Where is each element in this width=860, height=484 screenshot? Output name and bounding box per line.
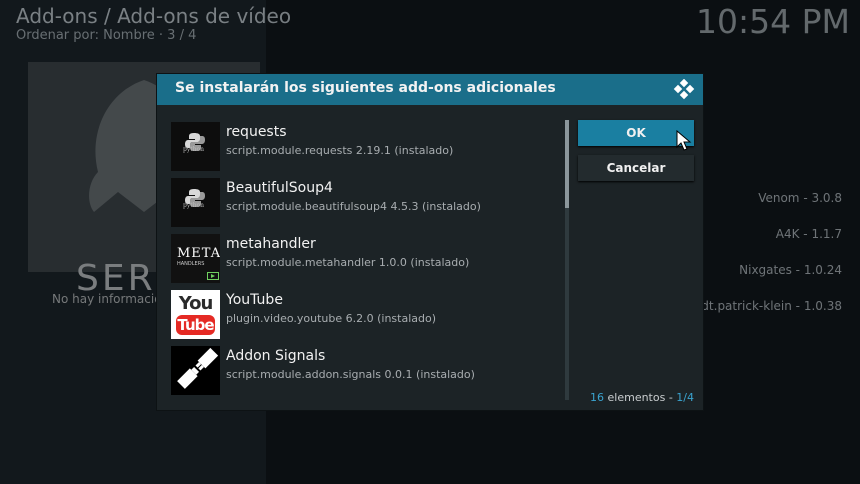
addon-id-version: script.module.beautifulsoup4 4.5.3 (inst… (226, 200, 481, 213)
python-icon: python (171, 178, 220, 227)
addon-id-version: script.module.addon.signals 0.0.1 (insta… (226, 368, 475, 381)
list-item[interactable]: META HANDLERS metahandler script.module.… (171, 232, 563, 288)
list-item[interactable]: You Tube YouTube plugin.video.youtube 6.… (171, 288, 563, 344)
list-item[interactable]: python requests script.module.requests 2… (171, 120, 563, 176)
addon-id-version: script.module.metahandler 1.0.0 (instala… (226, 256, 470, 269)
addon-id-version: plugin.video.youtube 6.2.0 (instalado) (226, 312, 436, 325)
youtube-icon: You Tube (171, 290, 220, 339)
youtube-wordmark-bottom: Tube (176, 315, 215, 335)
count-number: 16 (590, 391, 605, 404)
list-scrollbar[interactable] (565, 120, 569, 400)
addon-name: YouTube (226, 292, 283, 308)
list-item[interactable]: python BeautifulSoup4 script.module.beau… (171, 176, 563, 232)
kodi-logo-icon (673, 79, 695, 100)
python-wordmark: python (183, 146, 204, 153)
dialog-title: Se instalarán los siguientes add-ons adi… (175, 80, 556, 96)
page-title: Add-ons / Add-ons de vídeo (16, 4, 292, 28)
addon-name: metahandler (226, 236, 316, 252)
meta-wordmark: META (177, 246, 220, 261)
python-icon: python (171, 122, 220, 171)
background-header: Add-ons / Add-ons de vídeo Ordenar por: … (16, 4, 291, 43)
dependency-list[interactable]: python requests script.module.requests 2… (171, 120, 563, 402)
dialog-header: Se instalarán los siguientes add-ons adi… (157, 74, 703, 105)
list-item[interactable]: Addon Signals script.module.addon.signal… (171, 344, 563, 400)
youtube-wordmark-top: You (178, 293, 214, 314)
addon-id-version: script.module.requests 2.19.1 (instalado… (226, 144, 454, 157)
info-text: No hay información (52, 292, 170, 306)
clock: 10:54 PM (696, 2, 850, 41)
python-wordmark: python (183, 202, 204, 209)
page-indicator: 1/4 (676, 391, 694, 404)
item-count: 16 elementos - 1/4 (590, 391, 694, 404)
addon-name: requests (226, 124, 287, 140)
count-word: elementos - (604, 391, 677, 404)
sort-info: Ordenar por: Nombre · 3 / 4 (16, 28, 197, 43)
metahandler-icon: META HANDLERS (171, 234, 220, 283)
mouse-cursor-icon (676, 130, 692, 151)
addon-name: BeautifulSoup4 (226, 180, 333, 196)
install-dependencies-dialog: Se instalarán los siguientes add-ons adi… (157, 74, 703, 410)
meta-subtext: HANDLERS (177, 261, 205, 267)
plug-icon (171, 346, 220, 395)
cancel-button[interactable]: Cancelar (578, 155, 694, 181)
play-icon (207, 272, 219, 280)
addon-name: Addon Signals (226, 348, 326, 364)
scrollbar-thumb[interactable] (565, 120, 569, 208)
